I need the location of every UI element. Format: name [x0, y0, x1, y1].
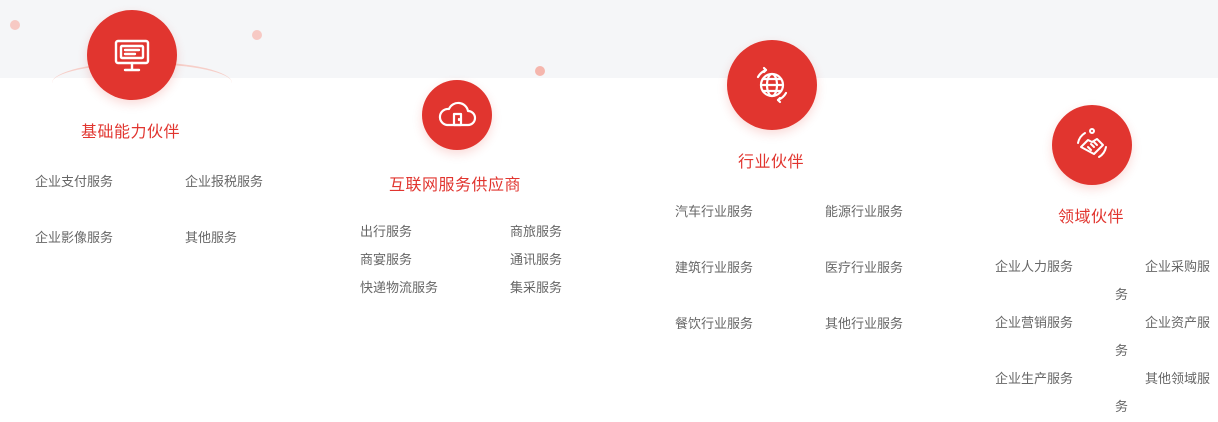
list-item[interactable]: 商旅服务 — [480, 219, 630, 247]
list-item[interactable]: 企业生产服务 — [965, 366, 1115, 394]
list-item[interactable]: 企业资产服务 — [1115, 310, 1218, 366]
group-title-domain-partner: 领域伙伴 — [1058, 207, 1125, 226]
decorative-dot — [252, 30, 262, 40]
list-item[interactable]: 其他领域服务 — [1115, 366, 1218, 422]
group-title-basic-capability: 基础能力伙伴 — [81, 122, 181, 141]
decorative-dot — [10, 20, 20, 30]
list-item[interactable]: 建筑行业服务 — [645, 255, 795, 283]
list-item[interactable]: 汽车行业服务 — [645, 199, 795, 227]
list-item[interactable]: 通讯服务 — [480, 247, 630, 275]
list-item[interactable]: 出行服务 — [330, 219, 480, 247]
list-item[interactable]: 企业影像服务 — [5, 225, 155, 253]
list-item[interactable]: 企业报税服务 — [155, 169, 305, 197]
list-item[interactable]: 商宴服务 — [330, 247, 480, 275]
monitor-icon — [87, 10, 177, 100]
group-title-internet-service: 互联网服务供应商 — [389, 175, 522, 194]
list-item[interactable]: 餐饮行业服务 — [645, 311, 795, 339]
list-item[interactable]: 企业营销服务 — [965, 310, 1115, 338]
list-item[interactable]: 其他行业服务 — [795, 311, 945, 339]
list-item[interactable]: 企业采购服务 — [1115, 254, 1218, 310]
globe-icon — [727, 40, 817, 130]
decorative-dot — [535, 66, 545, 76]
list-item[interactable]: 其他服务 — [155, 225, 305, 253]
group-title-industry-partner: 行业伙伴 — [738, 152, 805, 171]
list-item[interactable]: 医疗行业服务 — [795, 255, 945, 283]
list-item[interactable]: 企业人力服务 — [965, 254, 1115, 282]
list-item[interactable]: 集采服务 — [480, 275, 630, 303]
list-item[interactable]: 快递物流服务 — [330, 275, 480, 303]
handshake-icon — [1052, 105, 1132, 185]
list-item[interactable]: 企业支付服务 — [5, 169, 155, 197]
cloud-icon — [422, 80, 492, 150]
list-item[interactable]: 能源行业服务 — [795, 199, 945, 227]
